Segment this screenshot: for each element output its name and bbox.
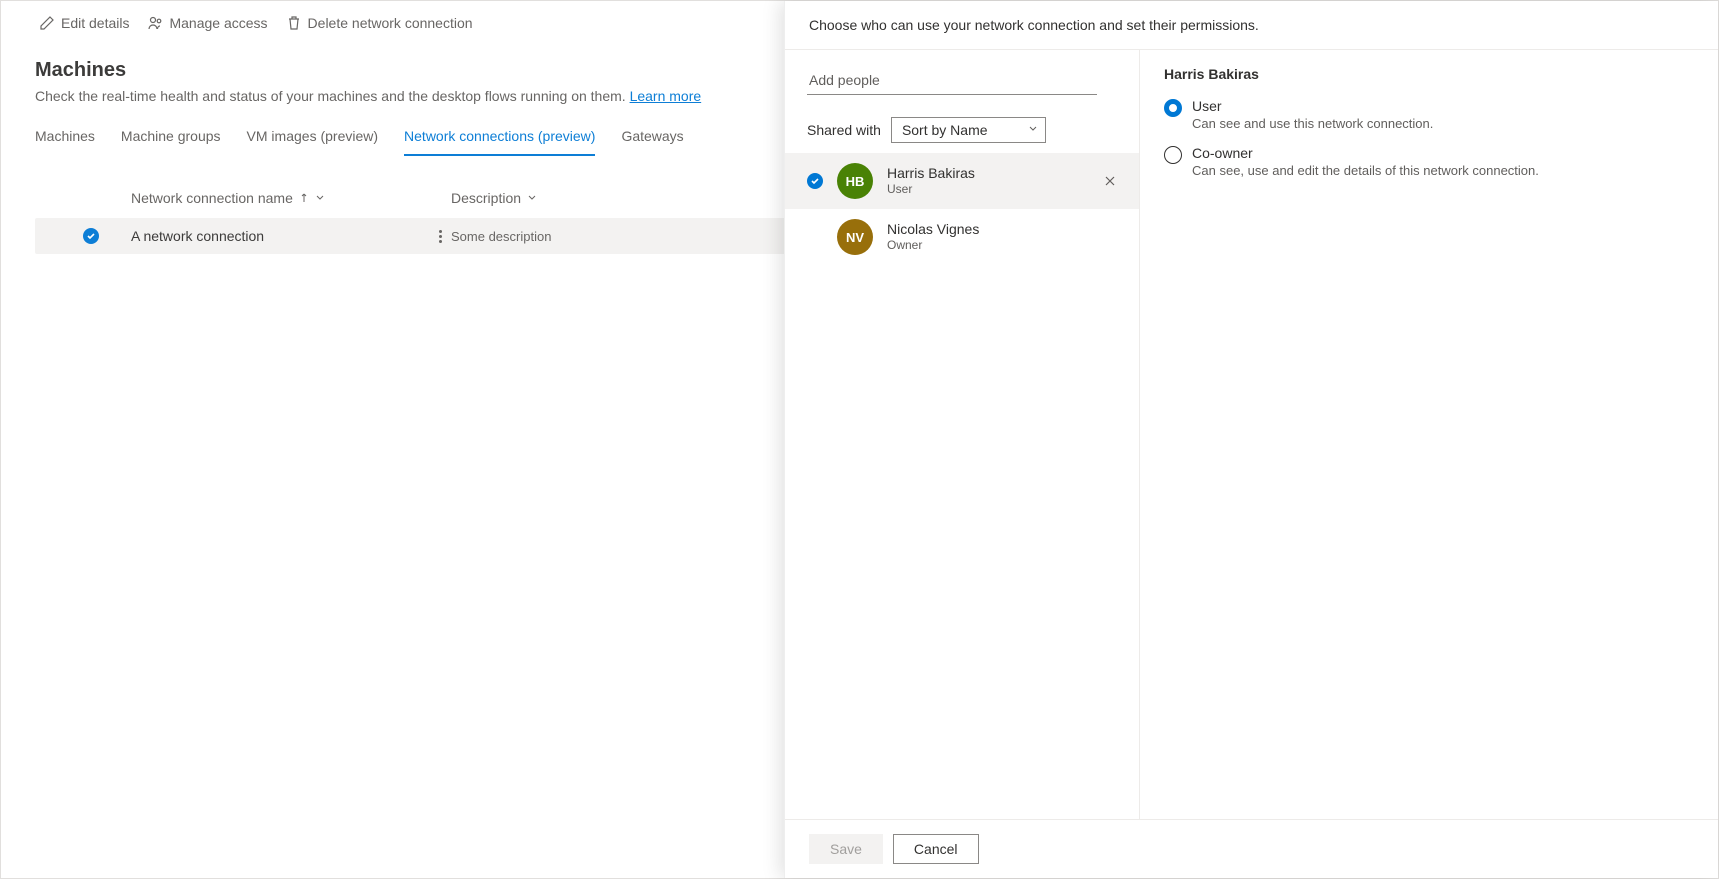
permission-user-option[interactable]: User Can see and use this network connec…	[1164, 98, 1694, 131]
permissions-person-name: Harris Bakiras	[1164, 66, 1694, 82]
manage-access-panel: Choose who can use your network connecti…	[784, 1, 1718, 878]
cancel-button[interactable]: Cancel	[893, 834, 979, 864]
add-people-input[interactable]	[807, 66, 1097, 95]
avatar: NV	[837, 219, 873, 255]
chevron-down-icon	[1027, 122, 1039, 138]
person-name: Harris Bakiras	[887, 164, 975, 182]
panel-permissions-column: Harris Bakiras User Can see and use this…	[1140, 50, 1718, 819]
permission-user-desc: Can see and use this network connection.	[1192, 116, 1433, 131]
remove-person-button[interactable]	[1103, 174, 1117, 188]
people-list: HB Harris Bakiras User NV	[785, 153, 1139, 265]
permission-coowner-option[interactable]: Co-owner Can see, use and edit the detai…	[1164, 145, 1694, 178]
person-role: Owner	[887, 238, 979, 254]
sort-select-value: Sort by Name	[902, 122, 988, 138]
person-name: Nicolas Vignes	[887, 220, 979, 238]
person-selected-check-icon	[807, 173, 823, 189]
panel-footer: Save Cancel	[785, 819, 1718, 878]
avatar: HB	[837, 163, 873, 199]
panel-people-column: Shared with Sort by Name HB	[785, 50, 1140, 819]
shared-with-label: Shared with	[807, 122, 881, 138]
permission-user-title: User	[1192, 98, 1433, 114]
permission-coowner-title: Co-owner	[1192, 145, 1539, 161]
radio-unselected-icon	[1164, 146, 1182, 164]
person-item[interactable]: HB Harris Bakiras User	[785, 153, 1139, 209]
save-button[interactable]: Save	[809, 834, 883, 864]
panel-header: Choose who can use your network connecti…	[785, 1, 1718, 50]
person-item[interactable]: NV Nicolas Vignes Owner	[785, 209, 1139, 265]
sort-select[interactable]: Sort by Name	[891, 117, 1046, 143]
radio-selected-icon	[1164, 99, 1182, 117]
person-role: User	[887, 182, 975, 198]
permission-coowner-desc: Can see, use and edit the details of thi…	[1192, 163, 1539, 178]
